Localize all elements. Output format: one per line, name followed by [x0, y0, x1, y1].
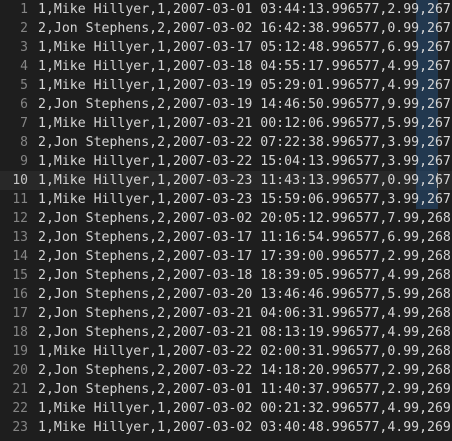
line-number: 4 [20, 59, 28, 74]
line-number: 22 [12, 401, 28, 416]
line-number: 15 [12, 268, 28, 283]
editor-line[interactable]: 18 2,Jon Stephens,2,2007-03-21 08:13:19.9… [0, 323, 452, 342]
editor-line[interactable]: 11 1,Mike Hillyer,1,2007-03-23 15:59:06.9… [0, 190, 452, 209]
line-text[interactable]: 2,Jon Stephens,2,2007-03-17 11:16:54.996… [38, 228, 451, 247]
line-text[interactable]: 1,Mike Hillyer,1,2007-03-22 15:04:13.996… [38, 152, 451, 171]
editor-line[interactable]: 4 1,Mike Hillyer,1,2007-03-18 04:55:17.99… [0, 57, 452, 76]
code-editor[interactable]: 1 1,Mike Hillyer,1,2007-03-01 03:44:13.99… [0, 0, 452, 441]
line-number: 10 [12, 173, 28, 188]
line-text[interactable]: 1,Mike Hillyer,1,2007-03-22 02:00:31.996… [38, 342, 451, 361]
line-text[interactable]: 2,Jon Stephens,2,2007-03-01 11:40:37.996… [38, 380, 451, 399]
line-text[interactable]: 1,Mike Hillyer,1,2007-03-01 03:44:13.996… [38, 0, 451, 19]
editor-line[interactable]: 14 2,Jon Stephens,2,2007-03-17 17:39:00.9… [0, 247, 452, 266]
line-text[interactable]: 2,Jon Stephens,2,2007-03-19 14:46:50.996… [38, 95, 451, 114]
line-text[interactable]: 2,Jon Stephens,2,2007-03-22 07:22:38.996… [38, 133, 451, 152]
editor-line[interactable]: 13 2,Jon Stephens,2,2007-03-17 11:16:54.9… [0, 228, 452, 247]
editor-line[interactable]: 8 2,Jon Stephens,2,2007-03-22 07:22:38.99… [0, 133, 452, 152]
editor-line[interactable]: 3 1,Mike Hillyer,1,2007-03-17 05:12:48.99… [0, 38, 452, 57]
line-text[interactable]: 2,Jon Stephens,2,2007-03-21 04:06:31.996… [38, 304, 451, 323]
line-number: 2 [20, 21, 28, 36]
line-number: 8 [20, 135, 28, 150]
line-text[interactable]: 1,Mike Hillyer,1,2007-03-02 00:21:32.996… [38, 399, 451, 418]
editor-line[interactable]: 1 1,Mike Hillyer,1,2007-03-01 03:44:13.99… [0, 0, 452, 19]
editor-line[interactable]: 10 1,Mike Hillyer,1,2007-03-23 11:43:13.9… [0, 171, 452, 190]
editor-line[interactable]: 20 2,Jon Stephens,2,2007-03-22 14:18:20.9… [0, 361, 452, 380]
line-number: 19 [12, 344, 28, 359]
line-text[interactable]: 2,Jon Stephens,2,2007-03-02 16:42:38.996… [38, 19, 451, 38]
line-number: 1 [20, 2, 28, 17]
line-number: 16 [12, 287, 28, 302]
line-text[interactable]: 1,Mike Hillyer,1,2007-03-02 03:40:48.996… [38, 418, 451, 437]
line-text[interactable]: 2,Jon Stephens,2,2007-03-21 08:13:19.996… [38, 323, 451, 342]
editor-lines: 1 1,Mike Hillyer,1,2007-03-01 03:44:13.99… [0, 0, 452, 437]
line-number: 12 [12, 211, 28, 226]
line-text[interactable]: 2,Jon Stephens,2,2007-03-18 18:39:05.996… [38, 266, 451, 285]
line-text[interactable]: 1,Mike Hillyer,1,2007-03-23 15:59:06.996… [38, 190, 451, 209]
editor-line[interactable]: 6 2,Jon Stephens,2,2007-03-19 14:46:50.99… [0, 95, 452, 114]
line-text[interactable]: 1,Mike Hillyer,1,2007-03-18 04:55:17.996… [38, 57, 451, 76]
line-text[interactable]: 2,Jon Stephens,2,2007-03-22 14:18:20.996… [38, 361, 451, 380]
line-text[interactable]: 2,Jon Stephens,2,2007-03-20 13:46:46.996… [38, 285, 451, 304]
editor-line[interactable]: 21 2,Jon Stephens,2,2007-03-01 11:40:37.9… [0, 380, 452, 399]
editor-line[interactable]: 12 2,Jon Stephens,2,2007-03-02 20:05:12.9… [0, 209, 452, 228]
line-text[interactable]: 1,Mike Hillyer,1,2007-03-21 00:12:06.996… [38, 114, 451, 133]
line-number: 3 [20, 40, 28, 55]
line-number: 18 [12, 325, 28, 340]
editor-line[interactable]: 2 2,Jon Stephens,2,2007-03-02 16:42:38.99… [0, 19, 452, 38]
line-text[interactable]: 1,Mike Hillyer,1,2007-03-19 05:29:01.996… [38, 76, 451, 95]
line-text[interactable]: 2,Jon Stephens,2,2007-03-02 20:05:12.996… [38, 209, 451, 228]
line-number: 13 [12, 230, 28, 245]
line-text[interactable]: 2,Jon Stephens,2,2007-03-17 17:39:00.996… [38, 247, 451, 266]
line-number: 5 [20, 78, 28, 93]
line-number: 7 [20, 116, 28, 131]
editor-line[interactable]: 15 2,Jon Stephens,2,2007-03-18 18:39:05.9… [0, 266, 452, 285]
editor-line[interactable]: 19 1,Mike Hillyer,1,2007-03-22 02:00:31.9… [0, 342, 452, 361]
line-number: 9 [20, 154, 28, 169]
editor-line[interactable]: 23 1,Mike Hillyer,1,2007-03-02 03:40:48.9… [0, 418, 452, 437]
line-number: 14 [12, 249, 28, 264]
editor-line[interactable]: 17 2,Jon Stephens,2,2007-03-21 04:06:31.9… [0, 304, 452, 323]
line-number: 23 [12, 420, 28, 435]
line-number: 20 [12, 363, 28, 378]
line-number: 17 [12, 306, 28, 321]
line-text[interactable]: 1,Mike Hillyer,1,2007-03-23 11:43:13.996… [38, 171, 451, 190]
line-number: 21 [12, 382, 28, 397]
line-number: 6 [20, 97, 28, 112]
editor-line[interactable]: 9 1,Mike Hillyer,1,2007-03-22 15:04:13.99… [0, 152, 452, 171]
line-text[interactable]: 1,Mike Hillyer,1,2007-03-17 05:12:48.996… [38, 38, 451, 57]
text-cursor [437, 173, 438, 188]
editor-line[interactable]: 16 2,Jon Stephens,2,2007-03-20 13:46:46.9… [0, 285, 452, 304]
line-number: 11 [12, 192, 28, 207]
editor-line[interactable]: 7 1,Mike Hillyer,1,2007-03-21 00:12:06.99… [0, 114, 452, 133]
editor-line[interactable]: 5 1,Mike Hillyer,1,2007-03-19 05:29:01.99… [0, 76, 452, 95]
editor-line[interactable]: 22 1,Mike Hillyer,1,2007-03-02 00:21:32.9… [0, 399, 452, 418]
